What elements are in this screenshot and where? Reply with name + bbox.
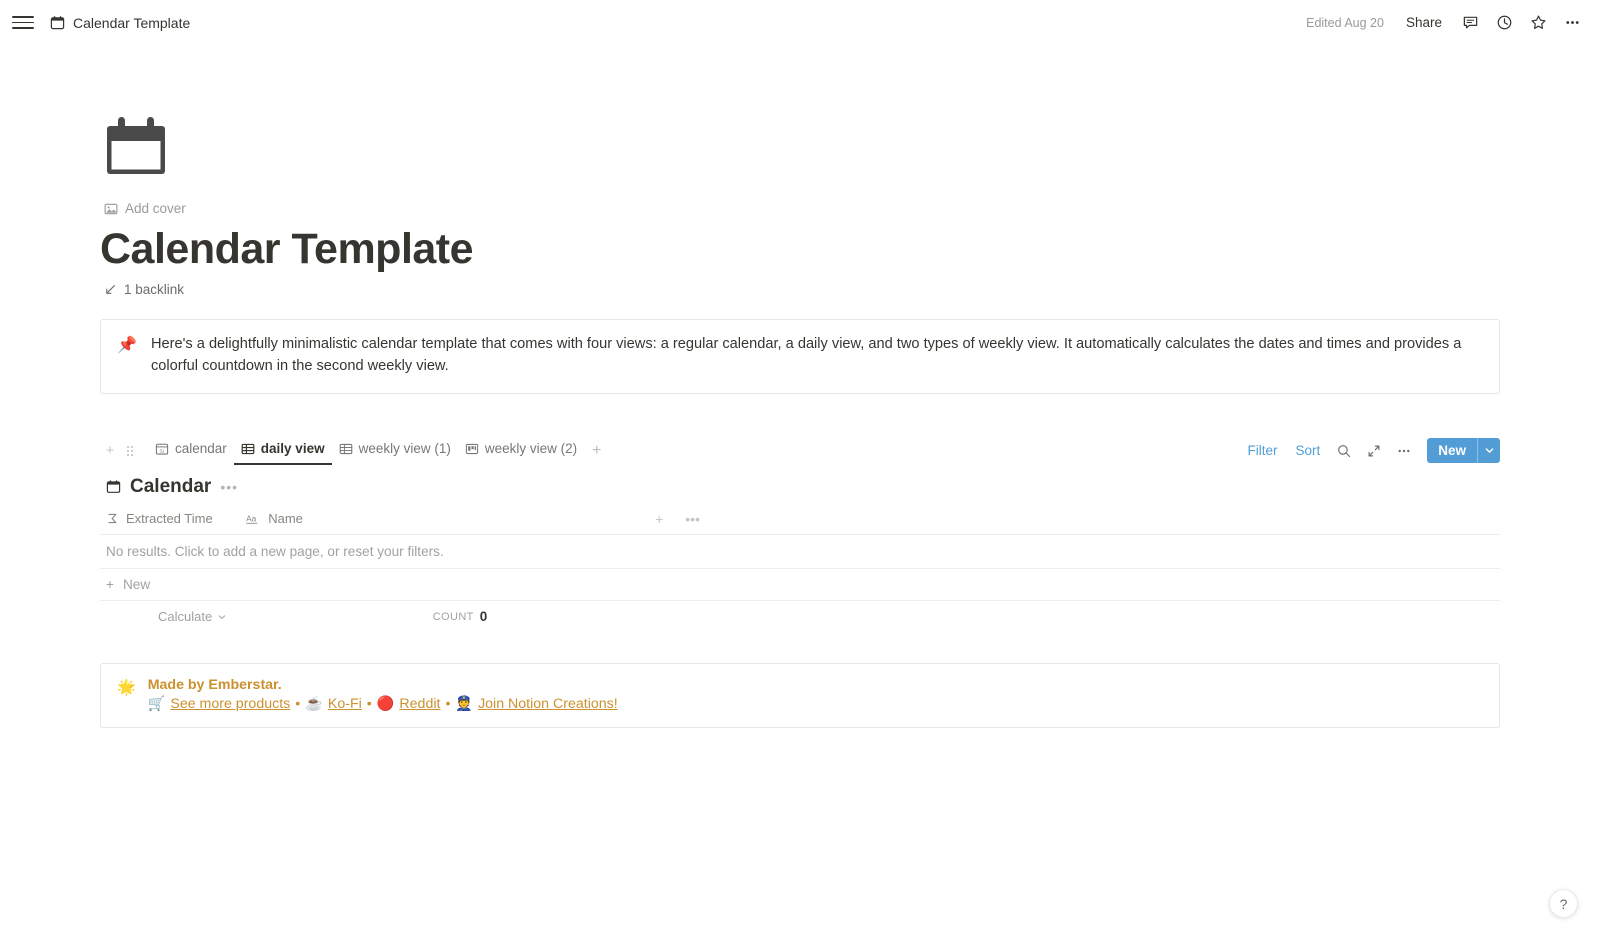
table-new-row-label: New: [122, 576, 151, 592]
backlink-label: 1 backlink: [124, 282, 185, 298]
view-tab-label: daily view: [260, 441, 325, 457]
column-header-extracted-time[interactable]: Extracted Time: [100, 504, 240, 534]
more-options-icon[interactable]: [1558, 9, 1586, 37]
count-label: COUNT: [432, 610, 474, 623]
more-options-icon[interactable]: [1391, 438, 1417, 464]
database-table: Extracted Time Aa Name + ••• No results.…: [100, 504, 1500, 633]
clock-history-icon[interactable]: [1490, 9, 1518, 37]
share-button[interactable]: Share: [1398, 11, 1450, 34]
join-notion-creations-link[interactable]: Join Notion Creations!: [478, 696, 618, 712]
title-text-icon: Aa: [246, 512, 261, 525]
reddit-link[interactable]: Reddit: [399, 696, 440, 712]
column-header-name[interactable]: Aa Name: [240, 504, 655, 534]
intro-callout-text: Here's a delightfully minimalistic calen…: [151, 336, 1462, 374]
calendar-view-icon: 31: [155, 442, 169, 456]
add-block-icon[interactable]: +: [100, 442, 120, 459]
page-icon[interactable]: [101, 113, 179, 191]
count-value: 0: [479, 609, 488, 625]
formula-icon: [106, 512, 119, 525]
see-more-products-link[interactable]: See more products: [170, 696, 290, 712]
expand-icon[interactable]: [1361, 438, 1387, 464]
last-edited-label: Edited Aug 20: [1306, 15, 1384, 30]
table-new-row-button[interactable]: + New: [100, 569, 1500, 601]
view-tab-daily-view[interactable]: daily view: [233, 436, 332, 466]
svg-text:31: 31: [160, 448, 165, 453]
top-bar: Calendar Template Edited Aug 20 Share: [0, 0, 1600, 45]
page-title[interactable]: Calendar Template: [100, 225, 1500, 274]
database-toolbar: + 31 calendar daily view weekly view (1)…: [100, 434, 1500, 468]
table-footer-row: Calculate COUNT 0: [100, 601, 1500, 633]
chevron-down-icon: [217, 612, 227, 622]
top-bar-actions: Edited Aug 20 Share: [1306, 9, 1586, 37]
view-tab-calendar[interactable]: 31 calendar: [148, 436, 234, 465]
help-icon[interactable]: ?: [1549, 889, 1578, 918]
shopping-cart-icon: 🛒: [147, 695, 166, 712]
drag-handle-icon[interactable]: [120, 444, 140, 458]
filter-button[interactable]: Filter: [1240, 439, 1284, 462]
table-view-icon: [241, 442, 255, 456]
officer-icon: 👮: [455, 695, 474, 712]
breadcrumb[interactable]: Calendar Template: [73, 15, 190, 31]
column-header-label: Extracted Time: [126, 511, 213, 527]
table-header-row: Extracted Time Aa Name + •••: [100, 504, 1500, 535]
plus-icon: +: [106, 576, 114, 592]
sort-button[interactable]: Sort: [1288, 439, 1327, 462]
coffee-icon: ☕: [305, 695, 323, 712]
database-title-row: Calendar •••: [106, 476, 1500, 498]
link-separator: •: [295, 695, 301, 712]
table-header-actions: + •••: [655, 511, 1500, 527]
add-column-icon[interactable]: +: [655, 511, 663, 527]
count-summary[interactable]: COUNT 0: [245, 609, 675, 624]
new-button[interactable]: New: [1427, 438, 1500, 464]
ko-fi-link[interactable]: Ko-Fi: [328, 696, 362, 712]
star-icon[interactable]: [1524, 9, 1552, 37]
chevron-down-icon[interactable]: [1478, 438, 1500, 463]
view-tab-weekly-view-2[interactable]: weekly view (2): [458, 436, 584, 465]
view-tab-label: weekly view (1): [358, 441, 451, 457]
credits-body: Made by Emberstar. 🛒 See more products •…: [148, 677, 618, 712]
add-cover-button[interactable]: Add cover: [104, 201, 186, 216]
comment-icon[interactable]: [1456, 9, 1484, 37]
add-view-icon[interactable]: +: [584, 442, 609, 460]
column-header-label: Name: [268, 511, 303, 527]
arrow-down-left-icon: [104, 283, 117, 296]
more-options-icon[interactable]: •••: [220, 479, 238, 495]
calendar-icon: [106, 479, 121, 494]
database-toolbar-actions: Filter Sort New: [1240, 438, 1500, 464]
image-icon: [104, 202, 118, 216]
credits-links: 🛒 See more products • ☕ Ko-Fi • 🔴 Reddit…: [148, 696, 618, 712]
credits-callout[interactable]: 🌟 Made by Emberstar. 🛒 See more products…: [100, 662, 1500, 728]
table-empty-message[interactable]: No results. Click to add a new page, or …: [100, 535, 1500, 569]
database-title[interactable]: Calendar: [130, 476, 211, 498]
link-separator: •: [445, 695, 451, 712]
shooting-star-icon: 🌟: [117, 678, 136, 696]
view-tabs: 31 calendar daily view weekly view (1) w…: [148, 436, 610, 466]
board-view-icon: [465, 442, 479, 456]
calculate-label: Calculate: [158, 609, 213, 625]
breadcrumb-calendar-icon: [50, 15, 65, 30]
calculate-button[interactable]: Calculate: [100, 609, 245, 624]
sidebar-toggle-icon[interactable]: [12, 12, 34, 34]
credits-title: Made by Emberstar.: [147, 676, 282, 693]
table-view-icon: [339, 442, 353, 456]
view-tab-label: calendar: [175, 441, 227, 457]
intro-callout[interactable]: 📌 Here's a delightfully minimalistic cal…: [100, 319, 1500, 394]
link-separator: •: [366, 695, 372, 712]
view-tab-label: weekly view (2): [484, 441, 578, 457]
new-button-label: New: [1438, 443, 1466, 459]
page-body: Add cover Calendar Template 1 backlink 📌…: [0, 45, 1600, 728]
backlink-button[interactable]: 1 backlink: [104, 282, 184, 297]
red-circle-icon: 🔴: [376, 695, 395, 712]
view-tab-weekly-view-1[interactable]: weekly view (1): [332, 436, 458, 465]
add-cover-label: Add cover: [125, 201, 186, 216]
pushpin-icon: 📌: [117, 337, 137, 355]
more-options-icon[interactable]: •••: [685, 511, 700, 527]
page-content: Add cover Calendar Template 1 backlink 📌…: [100, 113, 1500, 728]
search-icon[interactable]: [1331, 438, 1357, 464]
svg-text:Aa: Aa: [246, 514, 257, 524]
